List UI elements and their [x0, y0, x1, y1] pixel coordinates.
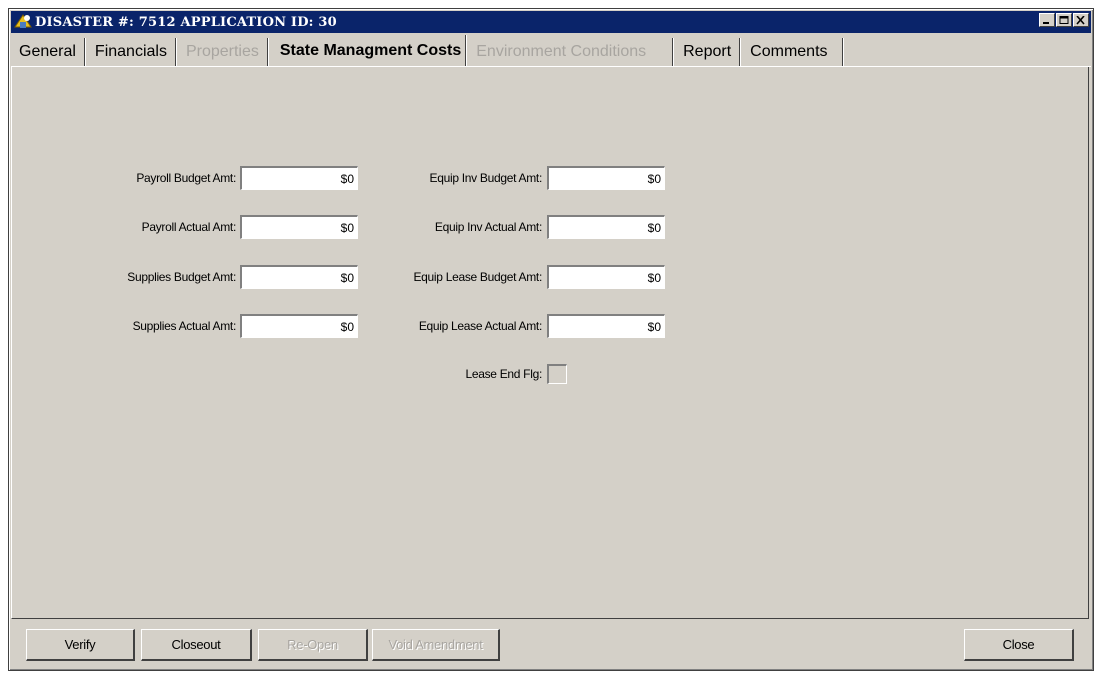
close-button[interactable]: Close [964, 629, 1074, 661]
equip-lease-budget-input[interactable] [547, 265, 665, 289]
maximize-icon[interactable] [1056, 13, 1072, 27]
payroll-actual-label: Payroll Actual Amt: [141, 220, 237, 234]
equip-lease-actual-label: Equip Lease Actual Amt: [418, 319, 542, 333]
supplies-actual-label: Supplies Actual Amt: [132, 319, 237, 333]
application-window: DISASTER #: 7512 APPLICATION ID: 30 Gene… [8, 8, 1094, 671]
equip-lease-actual-input[interactable] [547, 314, 665, 338]
lease-end-flg-label: Lease End Flg: [465, 367, 542, 381]
supplies-budget-input[interactable] [240, 265, 358, 289]
lease-end-flg-checkbox[interactable] [547, 364, 567, 384]
payroll-actual-input[interactable] [240, 215, 358, 239]
tab-state-managment-costs[interactable]: State Managment Costs [270, 35, 467, 66]
reopen-button[interactable]: Re-Open [258, 629, 368, 661]
supplies-actual-input[interactable] [240, 314, 358, 338]
closeout-button[interactable]: Closeout [141, 629, 252, 661]
void-amendment-button[interactable]: Void Amendment [372, 629, 500, 661]
tab-environment-conditions[interactable]: Environment Conditions [468, 38, 674, 66]
tab-financials[interactable]: Financials [87, 38, 176, 66]
close-icon[interactable] [1073, 13, 1089, 27]
equip-inv-actual-input[interactable] [547, 215, 665, 239]
supplies-budget-label: Supplies Budget Amt: [127, 270, 236, 284]
app-icon [14, 14, 32, 28]
tab-report[interactable]: Report [675, 38, 741, 66]
tab-comments[interactable]: Comments [742, 38, 843, 66]
payroll-budget-input[interactable] [240, 166, 358, 190]
tab-panel: Payroll Budget Amt: Payroll Actual Amt: … [11, 67, 1089, 619]
equip-inv-actual-label: Equip Inv Actual Amt: [434, 220, 542, 234]
verify-button[interactable]: Verify [26, 629, 135, 661]
tab-general[interactable]: General [11, 38, 85, 66]
window-controls [1038, 13, 1089, 27]
window-title: DISASTER #: 7512 APPLICATION ID: 30 [35, 14, 337, 30]
equip-inv-budget-label: Equip Inv Budget Amt: [429, 171, 543, 185]
payroll-budget-label: Payroll Budget Amt: [136, 171, 236, 185]
tab-properties[interactable]: Properties [178, 38, 268, 66]
minimize-icon[interactable] [1039, 13, 1055, 27]
title-bar[interactable]: DISASTER #: 7512 APPLICATION ID: 30 [11, 11, 1091, 33]
equip-lease-budget-label: Equip Lease Budget Amt: [413, 270, 542, 284]
tab-strip: General Financials Properties State Mana… [11, 35, 1091, 66]
equip-inv-budget-input[interactable] [547, 166, 665, 190]
